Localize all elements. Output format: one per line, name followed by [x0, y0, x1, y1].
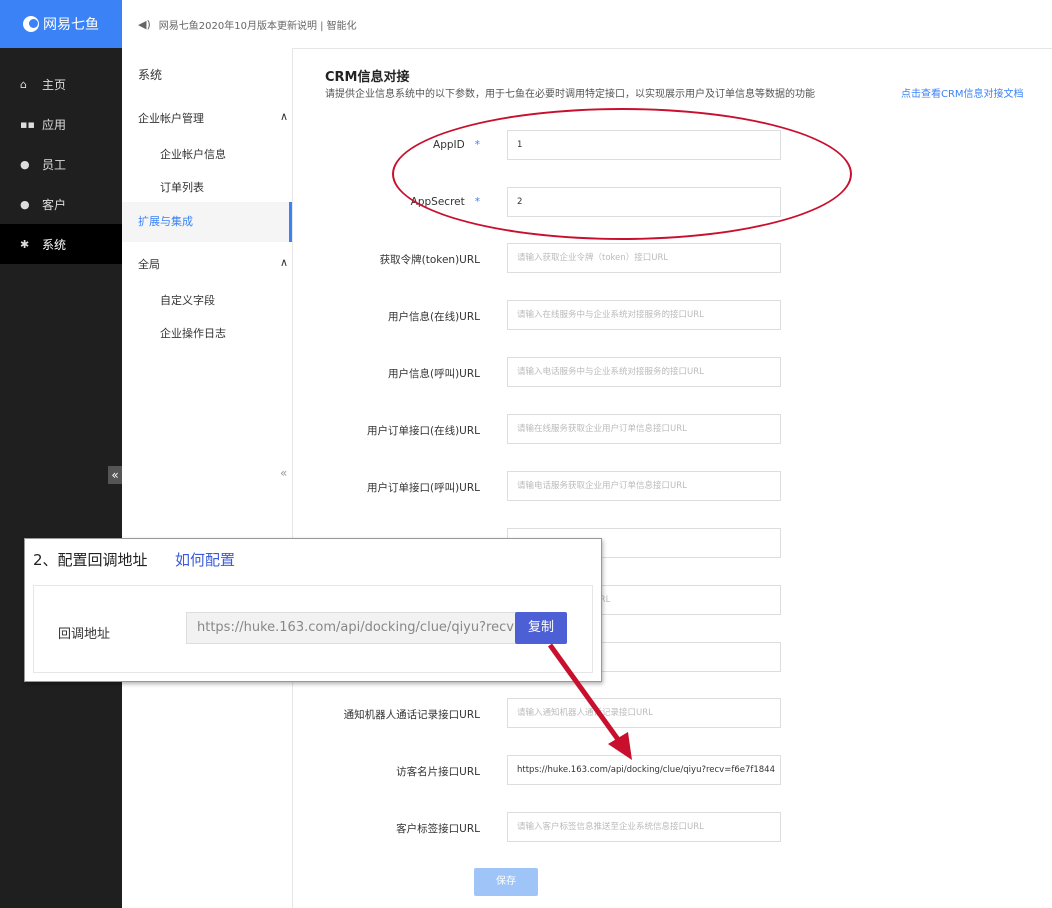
arrow-shaft: [547, 643, 625, 747]
arrow-head: [608, 732, 632, 760]
annotation-arrow: [547, 643, 632, 760]
